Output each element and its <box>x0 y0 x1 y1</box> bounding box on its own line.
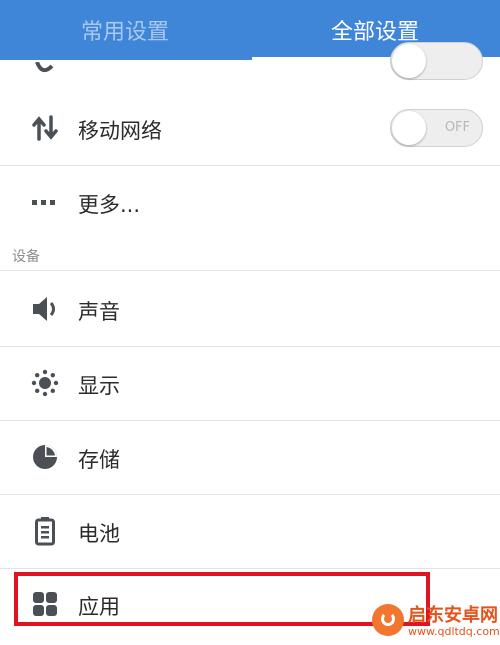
toggle-knob <box>392 44 426 78</box>
toggle-state-label: OFF <box>444 120 470 135</box>
settings-item-battery[interactable]: 电池 <box>0 495 500 569</box>
section-header-device: 设备 <box>0 239 500 271</box>
watermark-logo-icon <box>372 604 404 636</box>
settings-item-mobile-network[interactable]: 移动网络 OFF <box>0 92 500 166</box>
data-transfer-arrows-icon <box>28 111 62 145</box>
settings-item-display[interactable]: 显示 <box>0 347 500 421</box>
more-dots-icon <box>28 185 62 219</box>
partial-row-icon <box>28 52 62 86</box>
settings-item-label: 存储 <box>78 448 120 472</box>
tab-common-settings[interactable]: 常用设置 <box>0 0 250 60</box>
partial-row-toggle[interactable] <box>390 42 483 80</box>
settings-item-label: 移动网络 <box>78 119 162 143</box>
brightness-sun-icon <box>28 366 62 400</box>
settings-item-label: 应用 <box>78 595 120 619</box>
settings-item-storage[interactable]: 存储 <box>0 421 500 495</box>
battery-icon <box>28 514 62 548</box>
partial-row[interactable] <box>0 42 500 93</box>
section-title: 设备 <box>12 249 40 265</box>
settings-item-sound[interactable]: 声音 <box>0 271 500 347</box>
mobile-network-toggle[interactable]: OFF <box>390 109 483 147</box>
settings-item-label: 声音 <box>78 300 120 324</box>
settings-item-label: 电池 <box>78 522 120 546</box>
watermark-title: 启东安卓网 <box>408 605 498 626</box>
watermark: 启东安卓网 www.qdltdq.com <box>372 598 500 645</box>
storage-pie-icon <box>28 440 62 474</box>
apps-grid-icon <box>28 587 62 621</box>
watermark-url: www.qdltdq.com <box>408 625 500 638</box>
settings-item-label: 更多... <box>78 193 141 217</box>
speaker-icon <box>28 292 62 326</box>
settings-item-label: 显示 <box>78 374 120 398</box>
toggle-knob <box>392 111 426 145</box>
settings-item-more[interactable]: 更多... <box>0 166 500 240</box>
